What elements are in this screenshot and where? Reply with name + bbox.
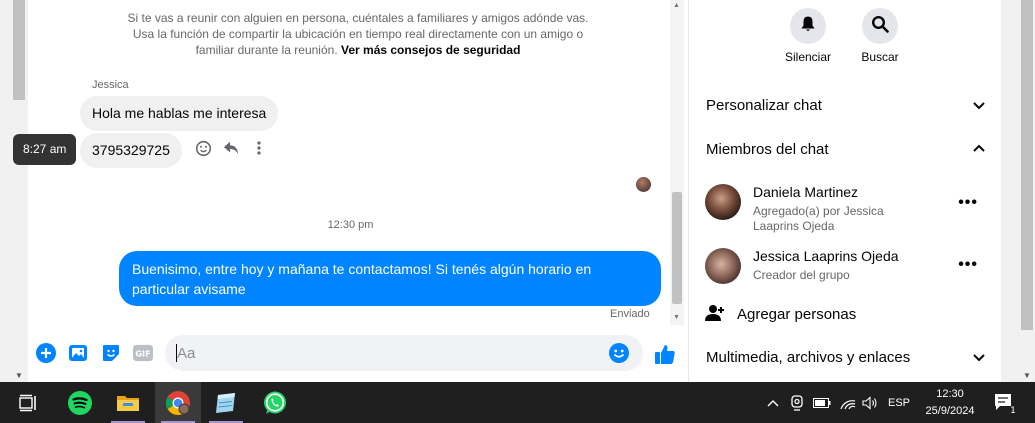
avatar — [705, 248, 741, 284]
whatsapp-icon[interactable] — [252, 382, 298, 423]
chat-members-label: Miembros del chat — [706, 141, 829, 158]
scroll-down-arrow-icon[interactable]: ▼ — [673, 314, 680, 321]
emoji-icon[interactable] — [609, 343, 629, 363]
add-person-icon — [705, 305, 725, 326]
member-subtitle: Creador del grupo — [753, 268, 850, 282]
more-options-icon[interactable]: ••• — [958, 256, 978, 274]
chevron-up-icon — [972, 142, 986, 160]
incoming-message[interactable]: 3795329725 — [80, 133, 182, 168]
plus-icon[interactable] — [36, 343, 56, 363]
member-item[interactable]: Daniela Martinez Agregado(a) por Jessica… — [705, 184, 990, 233]
reply-icon[interactable] — [222, 139, 240, 157]
mute-button[interactable] — [790, 8, 826, 44]
gif-icon[interactable]: GIF — [133, 343, 153, 363]
search-icon — [871, 15, 889, 38]
battery-icon[interactable] — [812, 382, 832, 423]
notes-app-icon[interactable] — [203, 382, 249, 423]
page-scrollbar-thumb[interactable] — [1021, 0, 1033, 330]
conversation-timestamp: 12:30 pm — [327, 219, 374, 231]
more-options-icon[interactable]: ••• — [958, 194, 978, 212]
chat-scrollbar[interactable]: ▲ ▼ — [670, 0, 684, 325]
page-scrollbar-right[interactable]: ▼ — [1001, 0, 1035, 382]
sender-name: Jessica — [92, 79, 129, 91]
chevron-down-icon — [972, 98, 986, 116]
search-button[interactable] — [862, 8, 898, 44]
notification-count: 1 — [1010, 406, 1016, 414]
time-tooltip: 8:27 am — [13, 134, 77, 165]
message-input[interactable] — [177, 343, 597, 363]
wifi-icon[interactable] — [838, 382, 858, 423]
page-scrollbar[interactable]: ▼ — [0, 0, 28, 382]
like-icon[interactable] — [653, 342, 677, 366]
customize-chat-label: Personalizar chat — [706, 97, 822, 114]
volume-icon[interactable] — [860, 382, 880, 423]
scroll-up-arrow-icon[interactable]: ▲ — [673, 2, 680, 9]
chevron-up-icon[interactable] — [764, 382, 782, 423]
photo-icon[interactable] — [68, 343, 88, 363]
page-scrollbar-thumb[interactable] — [13, 0, 25, 100]
mute-label: Silenciar — [784, 50, 832, 64]
chat-info-panel: Silenciar Buscar Personalizar chat Miemb… — [689, 0, 1001, 382]
scroll-down-arrow-icon[interactable]: ▼ — [1023, 371, 1031, 380]
chat-pane: Si te vas a reunir con alguien en person… — [13, 0, 688, 382]
message-actions — [194, 139, 268, 157]
taskbar: ESP 12:30 25/9/2024 1 — [0, 382, 1035, 423]
safety-notice: Si te vas a reunir con alguien en person… — [118, 10, 598, 58]
media-files-links-label: Multimedia, archivos y enlaces — [706, 349, 911, 366]
chevron-down-icon — [972, 350, 986, 368]
camera-icon[interactable] — [788, 382, 806, 423]
outgoing-message[interactable]: Buenisimo, entre hoy y mañana te contact… — [119, 251, 661, 306]
add-people-label: Agregar personas — [737, 306, 857, 323]
member-item[interactable]: Jessica Laaprins Ojeda Creador del grupo… — [705, 248, 990, 288]
spotify-icon[interactable] — [57, 382, 103, 423]
message-status: Enviado — [610, 308, 650, 320]
bell-icon — [799, 15, 817, 38]
chat-scrollbar-thumb[interactable] — [672, 192, 682, 304]
react-emoji-icon[interactable] — [194, 139, 212, 157]
sticker-icon[interactable] — [101, 343, 121, 363]
language-indicator[interactable]: ESP — [884, 382, 914, 423]
customize-chat-row[interactable]: Personalizar chat — [706, 97, 986, 114]
add-people-row[interactable]: Agregar personas — [705, 304, 856, 326]
avatar — [705, 184, 741, 220]
task-view-icon[interactable] — [6, 382, 52, 423]
file-explorer-icon[interactable] — [105, 382, 151, 423]
search-label: Buscar — [861, 50, 899, 64]
safety-link[interactable]: Ver más consejos de seguridad — [341, 43, 520, 57]
member-subtitle: Agregado(a) por Jessica Laaprins Ojeda — [753, 204, 884, 233]
chat-members-row[interactable]: Miembros del chat — [706, 141, 986, 158]
clock-time: 12:30 — [936, 388, 964, 400]
more-options-icon[interactable] — [250, 139, 268, 157]
media-files-links-row[interactable]: Multimedia, archivos y enlaces — [706, 349, 986, 366]
message-composer: GIF — [28, 332, 688, 374]
chrome-icon[interactable] — [155, 382, 201, 423]
scroll-down-arrow-icon[interactable]: ▼ — [15, 371, 23, 380]
clock-date: 25/9/2024 — [925, 405, 975, 417]
member-name: Jessica Laaprins Ojeda — [753, 248, 899, 264]
notifications-icon[interactable]: 1 — [990, 382, 1020, 423]
message-input-box[interactable] — [165, 335, 643, 371]
member-name: Daniela Martinez — [753, 184, 859, 200]
svg-text:GIF: GIF — [135, 349, 150, 359]
read-receipt-avatar — [636, 177, 651, 192]
incoming-message[interactable]: Hola me hablas me interesa — [80, 96, 279, 131]
clock[interactable]: 12:30 25/9/2024 — [914, 386, 986, 420]
